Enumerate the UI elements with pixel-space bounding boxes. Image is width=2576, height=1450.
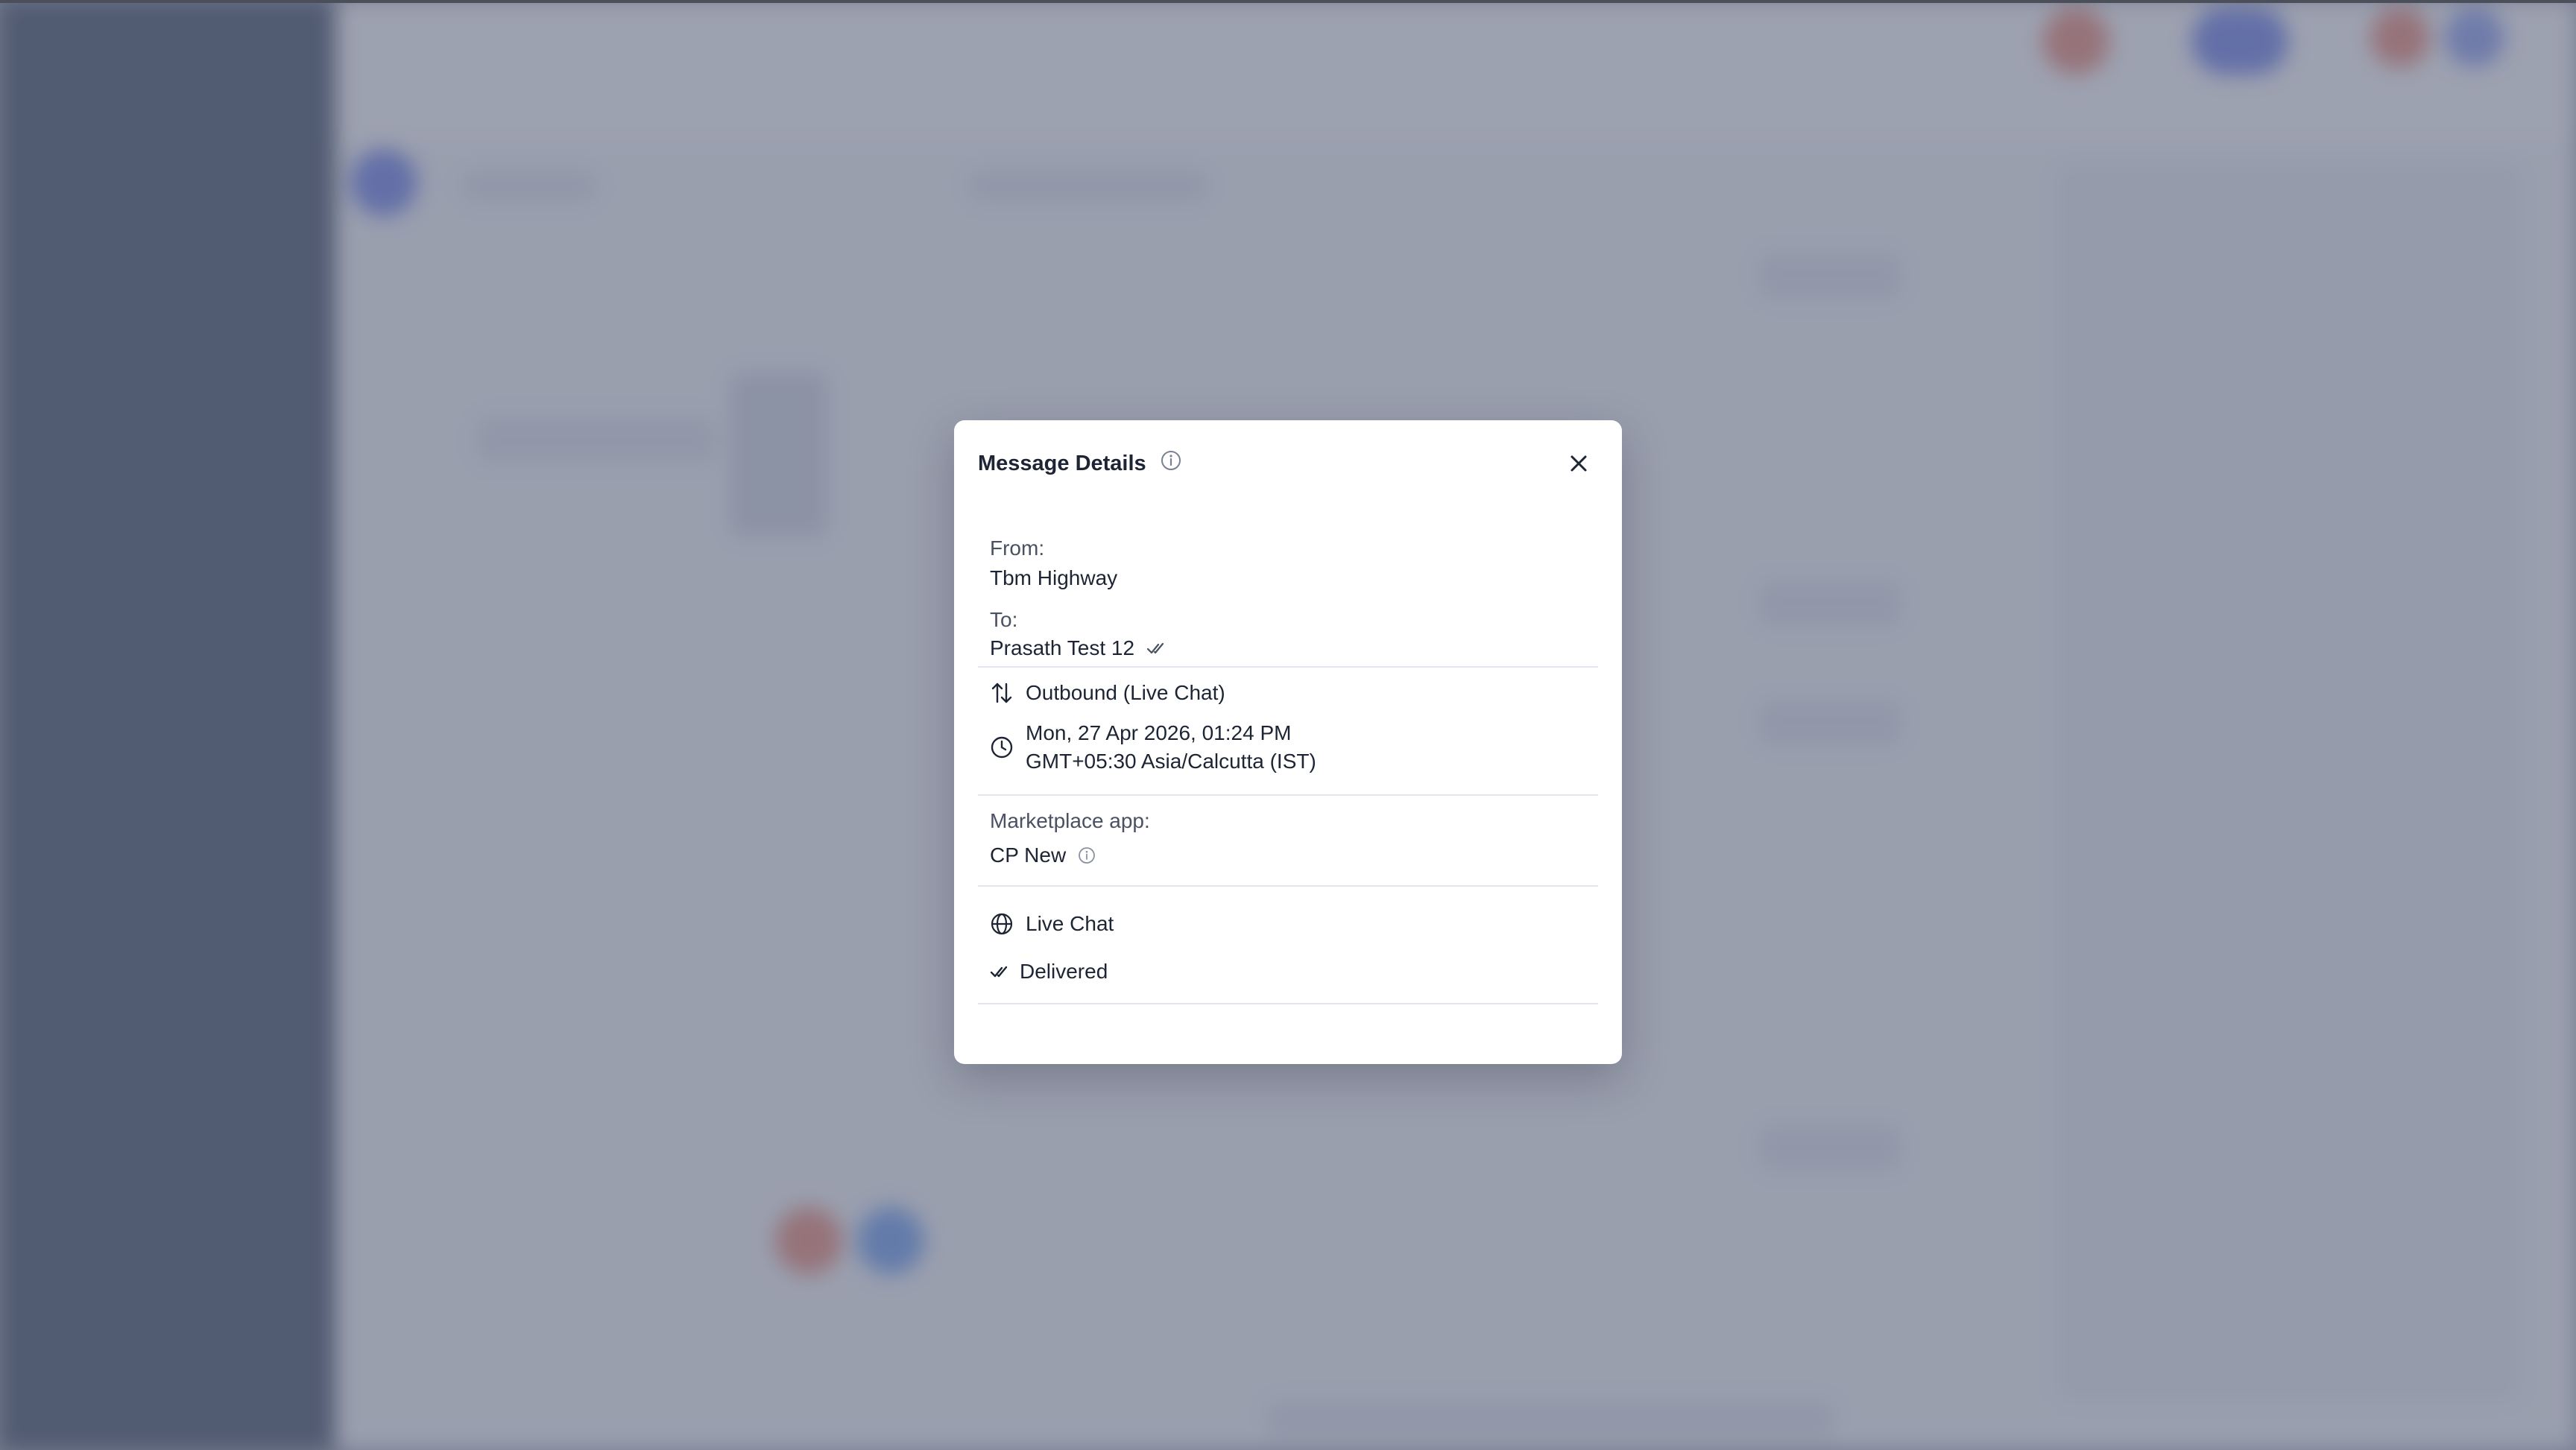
to-row: Prasath Test 12 xyxy=(990,636,1167,660)
from-value: Tbm Highway xyxy=(990,566,1118,589)
double-check-icon xyxy=(1146,638,1167,659)
window-top-border xyxy=(0,0,2576,3)
modal-title: Message Details xyxy=(978,451,1146,475)
status-value: Delivered xyxy=(1020,960,1108,983)
globe-icon xyxy=(990,912,1014,936)
double-check-icon xyxy=(990,961,1012,982)
datetime-line2: GMT+05:30 Asia/Calcutta (IST) xyxy=(1026,750,1316,773)
from-label: From: xyxy=(990,536,1045,560)
channel-row: Live Chat xyxy=(990,912,1114,936)
datetime-row: Mon, 27 Apr 2026, 01:24 PM GMT+05:30 Asi… xyxy=(990,721,1316,773)
direction-time-section: Outbound (Live Chat) Mon, 27 Apr 2026, 0… xyxy=(978,668,1598,796)
message-details-modal: Message Details From: Tbm Highway To: Pr… xyxy=(954,420,1622,1064)
to-value: Prasath Test 12 xyxy=(990,636,1135,659)
direction-row: Outbound (Live Chat) xyxy=(990,681,1225,705)
to-label: To: xyxy=(990,608,1018,631)
info-icon[interactable] xyxy=(1160,449,1182,472)
close-icon xyxy=(1570,455,1587,472)
arrows-up-down-icon xyxy=(990,681,1014,705)
marketplace-value: CP New xyxy=(990,843,1067,867)
status-row: Delivered xyxy=(990,960,1108,984)
channel-status-section: Live Chat Delivered xyxy=(978,887,1598,1426)
close-button[interactable] xyxy=(1564,449,1594,478)
marketplace-row: CP New xyxy=(990,843,1096,867)
datetime-line1: Mon, 27 Apr 2026, 01:24 PM xyxy=(1026,721,1292,744)
marketplace-section: Marketplace app: CP New xyxy=(978,796,1598,887)
info-icon[interactable] xyxy=(1078,846,1096,864)
from-to-section: From: Tbm Highway To: Prasath Test 12 xyxy=(978,522,1598,668)
channel-value: Live Chat xyxy=(1026,912,1114,935)
direction-value: Outbound (Live Chat) xyxy=(1026,681,1225,704)
modal-header: Message Details xyxy=(978,443,1598,484)
marketplace-label: Marketplace app: xyxy=(990,809,1150,832)
clock-icon xyxy=(990,735,1014,759)
section-divider xyxy=(978,1003,1598,1004)
